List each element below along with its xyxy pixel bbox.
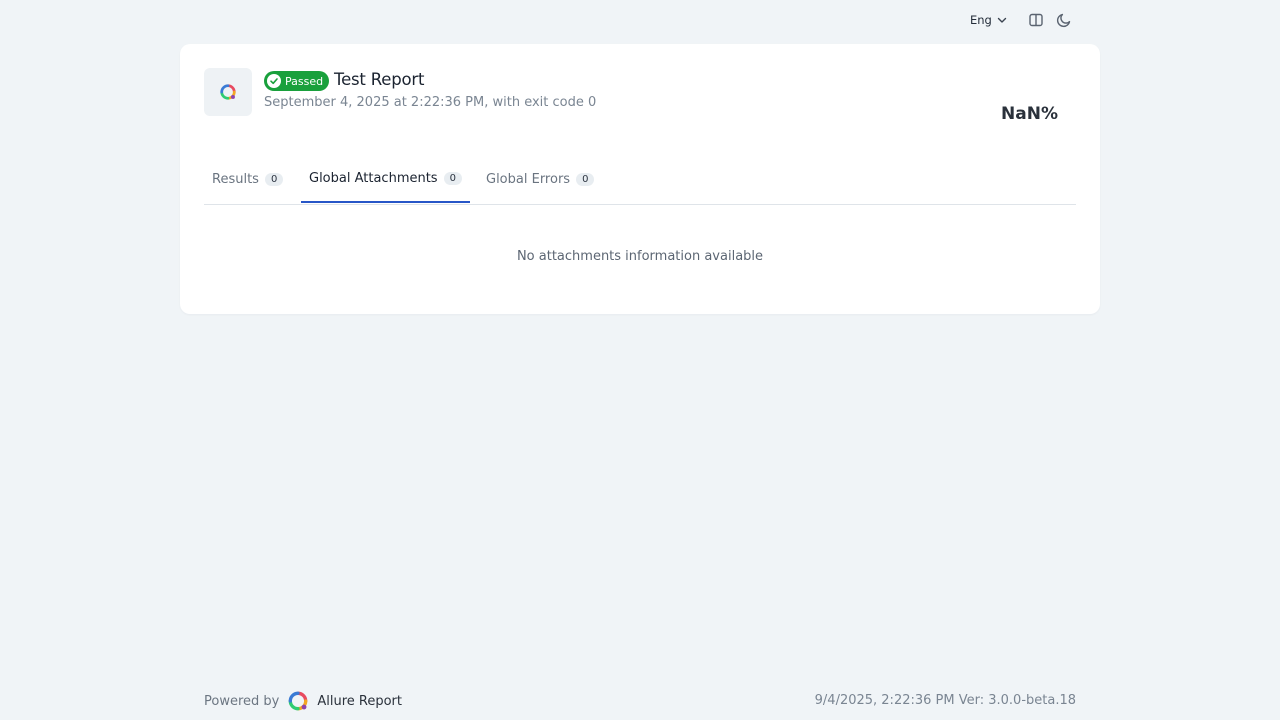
brand-link[interactable]: Allure Report (317, 694, 402, 709)
language-selector[interactable]: Eng (970, 10, 1008, 30)
allure-logo-icon (220, 84, 236, 100)
footer-powered-by: Powered by Allure Report (204, 690, 402, 712)
allure-logo-icon (289, 691, 308, 711)
tab-global-errors[interactable]: Global Errors 0 (478, 156, 604, 202)
tab-count: 0 (264, 172, 284, 186)
report-title: Test Report (334, 70, 425, 89)
moon-icon (1056, 13, 1071, 28)
language-label: Eng (970, 13, 992, 27)
tab-global-attachments[interactable]: Global Attachments 0 (301, 156, 470, 203)
report-tabs: Results 0 Global Attachments 0 Global Er… (204, 156, 1076, 205)
tab-results[interactable]: Results 0 (204, 156, 294, 202)
top-bar: Eng (0, 8, 1280, 32)
status-badge: Passed (264, 71, 330, 91)
report-card: Passed Test Report September 4, 2025 at … (180, 44, 1100, 314)
chevron-down-icon (997, 17, 1007, 23)
tab-count: 0 (443, 172, 462, 185)
status-label: Passed (285, 74, 324, 88)
empty-state-message: No attachments information available (516, 249, 764, 264)
layout-toggle-button[interactable] (1027, 11, 1045, 29)
theme-toggle-button[interactable] (1055, 11, 1073, 29)
tab-label: Global Attachments (309, 171, 438, 186)
tab-count: 0 (576, 172, 595, 186)
split-layout-icon (1029, 13, 1043, 27)
tab-label: Global Errors (486, 171, 571, 187)
footer-meta: 9/4/2025, 2:22:36 PM Ver: 3.0.0-beta.18 (814, 693, 1076, 708)
tab-label: Results (212, 171, 259, 187)
powered-by-label: Powered by (204, 693, 280, 709)
success-rate: NaN% (1001, 104, 1058, 124)
report-subtitle: September 4, 2025 at 2:22:36 PM, with ex… (264, 95, 597, 110)
check-circle-icon (267, 74, 281, 88)
report-logo (204, 68, 252, 116)
